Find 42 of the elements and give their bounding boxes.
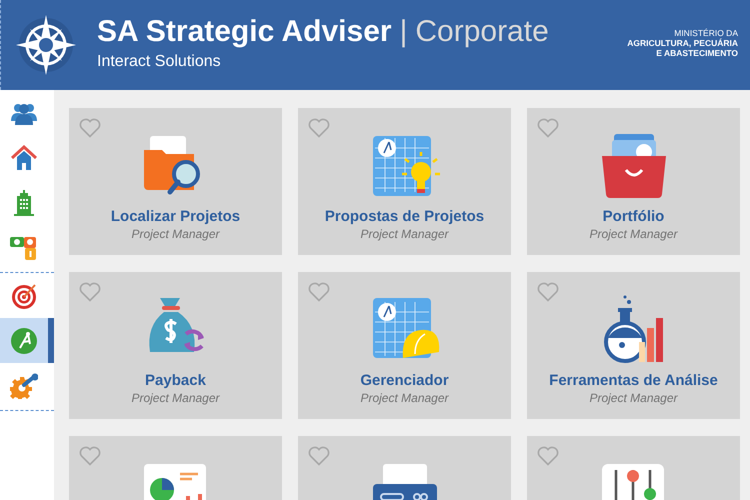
favorite-heart-icon[interactable] <box>79 282 101 302</box>
favorite-heart-icon[interactable] <box>308 282 330 302</box>
tile-title: Gerenciador <box>360 372 449 389</box>
app-tile[interactable]: Payback Project Manager <box>69 272 282 419</box>
favorite-heart-icon[interactable] <box>308 118 330 138</box>
tile-subtitle: Project Manager <box>360 391 449 405</box>
edition-label: Corporate <box>415 15 549 49</box>
app-tile[interactable]: Propostas de Projetos Project Manager <box>298 108 511 255</box>
app-tile[interactable]: Portfólio Project Manager <box>527 108 740 255</box>
tile-subtitle: Project Manager <box>131 391 220 405</box>
building-icon <box>12 190 36 216</box>
favorite-heart-icon[interactable] <box>537 446 559 466</box>
tile-title: Ferramentas de Análise <box>549 372 718 389</box>
tile-subtitle: Project Manager <box>360 227 449 241</box>
app-tile[interactable]: Gerenciador Project Manager <box>298 272 511 419</box>
sidebar-item[interactable] <box>0 318 54 363</box>
compass-rose-logo <box>15 14 77 76</box>
ministry-logo-text: AGRICULTURA, PECUÁRIA <box>627 38 738 48</box>
tile-subtitle: Project Manager <box>589 227 678 241</box>
tile-subtitle: Project Manager <box>131 227 220 241</box>
title-separator: | <box>400 15 408 49</box>
ministry-logo-text: E ABASTECIMENTO <box>656 48 738 58</box>
favorite-heart-icon[interactable] <box>79 446 101 466</box>
company-name: Interact Solutions <box>97 53 222 71</box>
compass-icon <box>11 328 37 354</box>
favorite-heart-icon[interactable] <box>308 446 330 466</box>
ministry-logo-text: MINISTÉRIO DA <box>674 28 738 38</box>
tile-title: Localizar Projetos <box>110 208 240 225</box>
favorite-heart-icon[interactable] <box>79 118 101 138</box>
app-tile[interactable]: Localizar Projetos Project Manager <box>69 108 282 255</box>
app-title: SA Strategic Adviser <box>97 15 392 49</box>
tile-subtitle: Project Manager <box>589 391 678 405</box>
favorite-heart-icon[interactable] <box>537 282 559 302</box>
favorite-heart-icon[interactable] <box>537 118 559 138</box>
target-icon <box>11 282 37 308</box>
gear-wrench-icon <box>10 372 38 398</box>
puzzle-icon <box>10 234 38 260</box>
home-icon <box>11 144 37 170</box>
tile-title: Payback <box>145 372 206 389</box>
tile-title: Portfólio <box>602 208 664 225</box>
app-tile[interactable]: Ferramentas de Análise Project Manager <box>527 272 740 419</box>
tile-title: Propostas de Projetos <box>324 208 484 225</box>
